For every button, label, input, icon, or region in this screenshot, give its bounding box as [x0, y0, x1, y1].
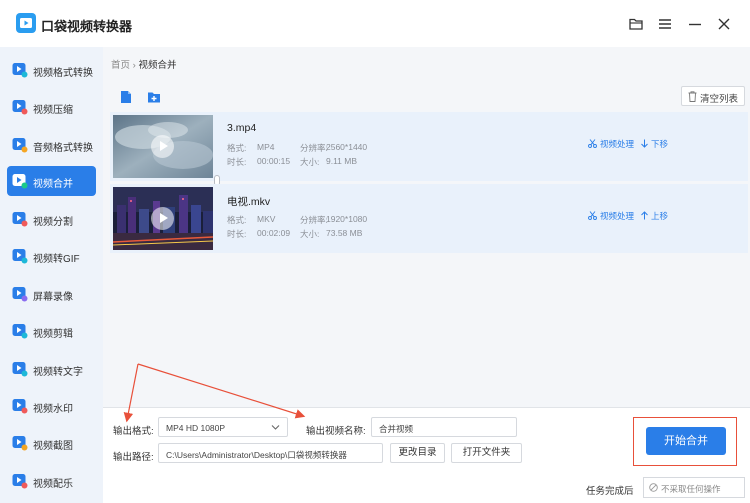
output-name-input[interactable]: 合并视频 — [371, 417, 517, 437]
file-duration: 00:02:09 — [257, 228, 291, 238]
move-down-link[interactable]: 下移 — [651, 138, 668, 150]
video-process-link[interactable]: 视频处理 — [600, 138, 634, 150]
file-resolution: 2560*1440 — [326, 142, 368, 152]
video-text-icon — [12, 362, 28, 377]
output-format-label: 输出格式: — [113, 426, 154, 437]
output-name-label: 输出视频名称: — [306, 426, 366, 437]
sidebar-item-screen-record[interactable]: 屏幕录像 — [7, 279, 96, 309]
scissors-icon — [588, 211, 597, 220]
arrow-up-icon — [641, 211, 648, 220]
add-file-icon[interactable] — [119, 90, 133, 104]
play-icon[interactable] — [151, 207, 174, 230]
video-process-link[interactable]: 视频处理 — [600, 210, 634, 222]
sidebar-item-video-music[interactable]: 视频配乐 — [7, 466, 96, 496]
start-merge-button[interactable]: 开始合并 — [646, 427, 726, 455]
app-title: 口袋视频转换器 — [41, 19, 133, 34]
main-panel: 首页 › 视频合并 清空列表 3.mp4 格式: MP4 分辨率: 2560*1… — [103, 47, 750, 503]
video-convert-icon — [12, 63, 28, 78]
video-thumbnail[interactable] — [113, 187, 213, 250]
clear-list-button[interactable]: 清空列表 — [681, 86, 745, 106]
sidebar-item-video-split[interactable]: 视频分割 — [7, 204, 96, 234]
trash-icon — [688, 91, 697, 102]
sidebar: 视频格式转换 视频压缩 音频格式转换 视频合并 视频分割 视频转GIF 屏幕录像… — [0, 47, 103, 503]
sidebar-item-video-watermark[interactable]: 视频水印 — [7, 391, 96, 421]
file-size: 73.58 MB — [326, 228, 363, 238]
sidebar-item-video-text[interactable]: 视频转文字 — [7, 354, 96, 384]
after-task-label: 任务完成后 — [586, 486, 634, 497]
sidebar-item-video-merge[interactable]: 视频合并 — [7, 166, 96, 196]
screen-record-icon — [12, 287, 28, 302]
file-row[interactable]: 电视.mkv 格式: MKV 分辨率: 1920*1080 时长: 00:02:… — [110, 184, 748, 253]
no-action-icon — [649, 483, 658, 492]
video-compress-icon — [12, 100, 28, 115]
move-up-link[interactable]: 上移 — [651, 210, 668, 222]
close-icon[interactable] — [714, 14, 734, 34]
video-music-icon — [12, 474, 28, 489]
file-format: MKV — [257, 214, 276, 224]
file-duration: 00:00:15 — [257, 156, 291, 166]
app-logo-icon — [16, 13, 36, 33]
menu-icon[interactable] — [655, 14, 675, 34]
video-split-icon — [12, 212, 28, 227]
sidebar-item-video-screenshot[interactable]: 视频截图 — [7, 428, 96, 458]
open-folder-button[interactable]: 打开文件夹 — [451, 443, 522, 463]
minimize-icon[interactable] — [685, 14, 705, 34]
video-thumbnail[interactable] — [113, 115, 213, 178]
play-icon[interactable] — [151, 135, 174, 158]
breadcrumb-home[interactable]: 首页 — [111, 60, 130, 71]
video-screenshot-icon — [12, 436, 28, 451]
output-path-label: 输出路径: — [113, 452, 154, 463]
output-path-input[interactable]: C:\Users\Administrator\Desktop\口袋视频转换器 — [158, 443, 383, 463]
sidebar-item-audio-convert[interactable]: 音频格式转换 — [7, 130, 96, 160]
video-watermark-icon — [12, 399, 28, 414]
file-name: 电视.mkv — [227, 196, 271, 208]
output-format-select[interactable]: MP4 HD 1080P — [158, 417, 288, 437]
sidebar-item-video-compress[interactable]: 视频压缩 — [7, 92, 96, 122]
after-task-select[interactable]: 不采取任何操作 — [643, 477, 745, 498]
video-merge-icon — [12, 174, 28, 189]
file-format: MP4 — [257, 142, 275, 152]
breadcrumb-separator: › — [132, 60, 136, 71]
start-merge-highlight: 开始合并 — [633, 417, 737, 466]
arrow-down-icon — [641, 139, 648, 148]
scissors-icon — [588, 139, 597, 148]
file-resolution: 1920*1080 — [326, 214, 368, 224]
file-size: 9.11 MB — [326, 156, 358, 166]
video-gif-icon — [12, 249, 28, 264]
sidebar-item-video-convert[interactable]: 视频格式转换 — [7, 55, 96, 85]
output-settings-panel: 输出格式: MP4 HD 1080P 输出视频名称: 合并视频 输出路径: C:… — [103, 407, 750, 503]
sidebar-item-video-gif[interactable]: 视频转GIF — [7, 241, 96, 271]
file-name: 3.mp4 — [227, 122, 257, 134]
add-folder-icon[interactable] — [147, 90, 161, 104]
title-bar: 口袋视频转换器 — [0, 0, 750, 47]
video-edit-icon — [12, 324, 28, 339]
chevron-down-icon — [271, 425, 280, 430]
sidebar-item-video-edit[interactable]: 视频剪辑 — [7, 316, 96, 346]
breadcrumb-current: 视频合并 — [138, 60, 177, 71]
file-row[interactable]: 3.mp4 格式: MP4 分辨率: 2560*1440 时长: 00:00:1… — [110, 112, 748, 181]
breadcrumb: 首页 › 视频合并 — [111, 57, 176, 71]
change-directory-button[interactable]: 更改目录 — [390, 443, 445, 463]
folder-icon[interactable] — [626, 14, 646, 34]
audio-convert-icon — [12, 138, 28, 153]
